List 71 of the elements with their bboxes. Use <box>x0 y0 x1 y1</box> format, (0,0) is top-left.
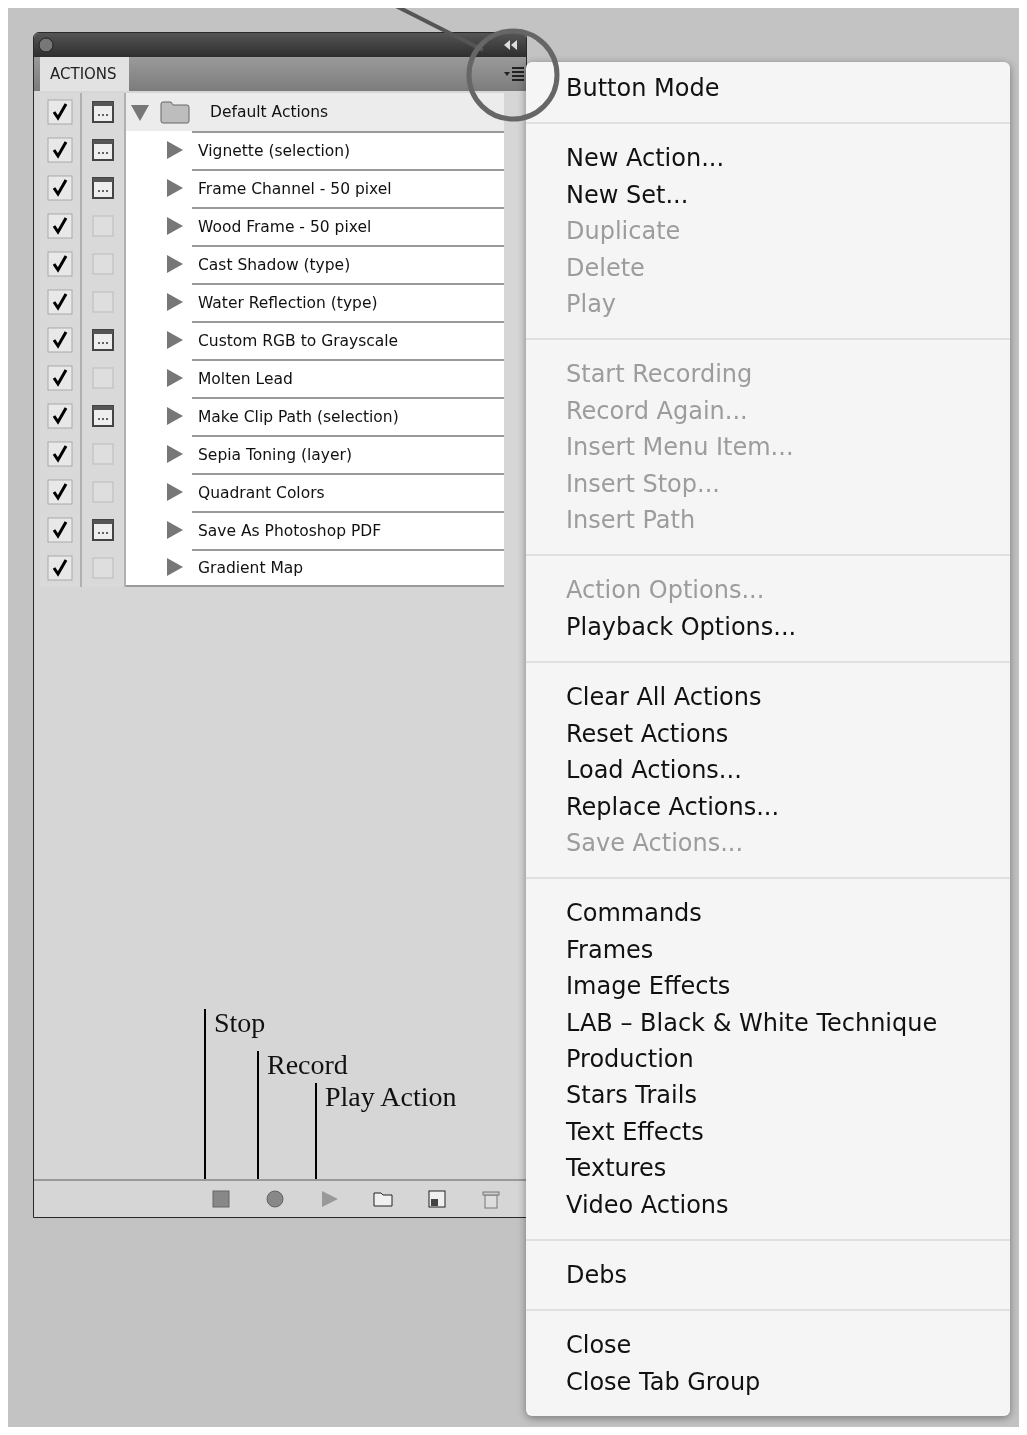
checkbox-checked[interactable] <box>47 555 73 581</box>
dialog-toggle-icon[interactable] <box>91 176 115 200</box>
folder-icon <box>160 100 190 124</box>
panel-tab[interactable]: ACTIONS <box>40 57 129 91</box>
dialog-toggle[interactable] <box>91 214 115 238</box>
menu-item[interactable]: Replace Actions... <box>526 788 1010 825</box>
menu-item[interactable]: Textures <box>526 1150 1010 1187</box>
checkbox-checked[interactable] <box>47 517 73 543</box>
dialog-toggle[interactable] <box>91 480 115 504</box>
collapsed-triangle-icon[interactable] <box>164 216 184 236</box>
checkbox-checked[interactable] <box>47 251 73 277</box>
dialog-toggle[interactable] <box>91 556 115 580</box>
menu-item[interactable]: New Action... <box>526 140 1010 177</box>
menu-item[interactable]: Playback Options... <box>526 608 1010 646</box>
dialog-toggle[interactable] <box>91 442 115 466</box>
collapsed-triangle-icon[interactable] <box>164 330 184 350</box>
checkbox-checked[interactable] <box>47 137 73 163</box>
dialog-toggle-icon[interactable] <box>91 138 115 162</box>
collapsed-triangle-icon[interactable] <box>164 292 184 312</box>
dialog-toggle[interactable] <box>91 290 115 314</box>
menu-item[interactable]: Video Actions <box>526 1186 1010 1223</box>
dialog-toggle-icon[interactable] <box>91 518 115 542</box>
collapsed-triangle-icon[interactable] <box>164 406 184 426</box>
menu-item[interactable]: Close <box>526 1327 1010 1364</box>
checkbox-checked[interactable] <box>47 213 73 239</box>
menu-item[interactable]: Frames <box>526 931 1010 969</box>
checkbox-checked[interactable] <box>47 365 73 391</box>
menu-item[interactable]: Close Tab Group <box>526 1363 1010 1401</box>
menu-item[interactable]: New Set... <box>526 176 1010 214</box>
checkbox-checked[interactable] <box>47 289 73 315</box>
menu-item[interactable]: LAB – Black & White Technique <box>526 1004 1010 1041</box>
menu-item[interactable]: Debs <box>526 1256 1010 1294</box>
dialog-toggle[interactable] <box>91 252 115 276</box>
collapsed-triangle-icon[interactable] <box>164 557 184 577</box>
expanded-triangle-icon[interactable] <box>130 102 150 122</box>
stop-icon[interactable] <box>210 1188 232 1210</box>
menu-item[interactable]: Clear All Actions <box>526 679 1010 716</box>
action-set-row[interactable]: Default Actions <box>126 93 504 131</box>
dialog-toggle[interactable] <box>91 366 115 390</box>
collapse-icon[interactable] <box>504 40 518 50</box>
new-action-icon[interactable] <box>426 1188 448 1210</box>
close-icon[interactable] <box>38 37 54 53</box>
dialog-toggle-icon[interactable] <box>91 100 115 124</box>
checkbox-checked[interactable] <box>47 327 73 353</box>
collapsed-triangle-icon[interactable] <box>164 482 184 502</box>
menu-item[interactable]: Text Effects <box>526 1113 1010 1151</box>
collapsed-triangle-icon[interactable] <box>164 520 184 540</box>
collapsed-triangle-icon[interactable] <box>164 254 184 274</box>
menu-item[interactable]: Image Effects <box>526 968 1010 1005</box>
menu-item[interactable]: Commands <box>526 895 1010 932</box>
checkbox-checked[interactable] <box>47 99 73 125</box>
record-icon[interactable] <box>264 1188 286 1210</box>
checkbox-checked[interactable] <box>47 441 73 467</box>
checkbox-checked[interactable] <box>47 175 73 201</box>
callout-label: Stop <box>204 1009 266 1179</box>
collapsed-triangle-icon[interactable] <box>164 178 184 198</box>
checkbox-checked[interactable] <box>47 479 73 505</box>
menu-item[interactable]: Button Mode <box>526 70 1010 107</box>
collapsed-triangle-icon[interactable] <box>164 368 184 388</box>
collapsed-triangle-icon[interactable] <box>164 140 184 160</box>
checkbox-checked[interactable] <box>47 403 73 429</box>
menu-item[interactable]: Load Actions... <box>526 752 1010 789</box>
dialog-toggle-icon[interactable] <box>91 404 115 428</box>
collapsed-triangle-icon[interactable] <box>164 444 184 464</box>
menu-item[interactable]: Reset Actions <box>526 715 1010 753</box>
dialog-toggle-icon[interactable] <box>91 328 115 352</box>
trash-icon[interactable] <box>480 1188 502 1210</box>
action-set-name: Default Actions <box>210 103 329 121</box>
menu-item[interactable]: Production <box>526 1040 1010 1078</box>
callout-label: Play Action <box>315 1083 457 1179</box>
menu-item[interactable]: Stars Trails <box>526 1077 1010 1114</box>
